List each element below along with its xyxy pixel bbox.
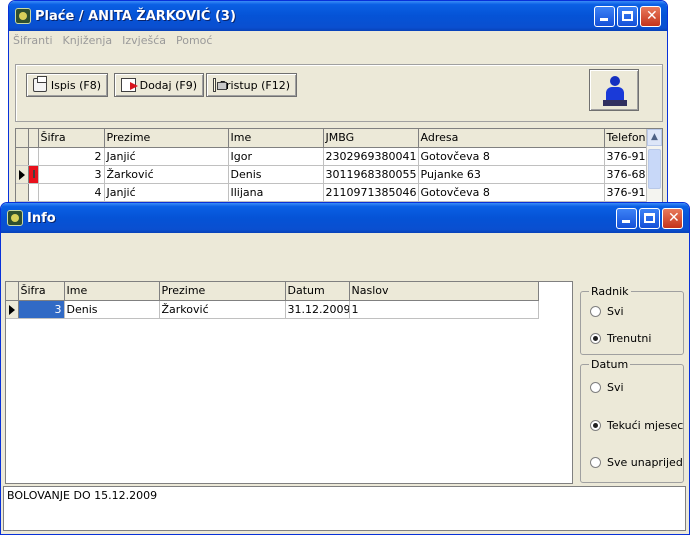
- menu-sifranti[interactable]: Šifranti: [11, 34, 55, 47]
- menu-bar: Šifranti Knjiženja Izvješća Pomoć: [9, 31, 667, 49]
- add-arrow-icon: [121, 78, 138, 92]
- radio-icon: [590, 382, 601, 393]
- table-row[interactable]: 4 Janjić Ilijana 2110971385046 Gotovčeva…: [16, 183, 662, 202]
- radnik-legend: Radnik: [591, 285, 629, 298]
- current-row-arrow-icon: [9, 304, 15, 315]
- menu-knjizenja[interactable]: Knjiženja: [61, 34, 115, 47]
- scroll-up-icon[interactable]: ▲: [647, 129, 662, 146]
- info-header-row: Šifra Ime Prezime Datum Naslov: [6, 282, 539, 301]
- employees-header-row: Šifra Prezime Ime JMBG Adresa Telefon: [16, 129, 662, 148]
- toolbar-panel: [15, 64, 663, 122]
- print-button-label: Ispis (F8): [50, 78, 101, 92]
- radio-checked-icon: [590, 420, 601, 431]
- radio-icon: [590, 306, 601, 317]
- radio-checked-icon: [590, 333, 601, 344]
- print-button[interactable]: Ispis (F8): [26, 73, 108, 97]
- info-close-button[interactable]: ✕: [662, 208, 683, 229]
- datum-svi-radio[interactable]: Svi: [590, 381, 624, 394]
- note-text: BOLOVANJE DO 15.12.2009: [7, 489, 158, 502]
- info-grid: Šifra Ime Prezime Datum Naslov 3 Denis Ž…: [5, 281, 573, 484]
- flag-icon: [28, 165, 37, 182]
- table-row[interactable]: 3 Denis Žarković 31.12.2009 1: [6, 300, 539, 319]
- radio-icon: [590, 457, 601, 468]
- radnik-svi-radio[interactable]: Svi: [590, 305, 624, 318]
- maximize-button[interactable]: [617, 6, 638, 27]
- close-icon: ✕: [646, 8, 658, 24]
- col-adresa[interactable]: Adresa: [418, 129, 605, 148]
- minimize-icon: [600, 18, 608, 21]
- note-textarea[interactable]: BOLOVANJE DO 15.12.2009: [3, 486, 686, 531]
- info-col-sifra[interactable]: Šifra: [18, 282, 65, 301]
- scroll-thumb[interactable]: [648, 149, 661, 189]
- info-table: Šifra Ime Prezime Datum Naslov 3 Denis Ž…: [6, 282, 539, 319]
- info-col-prezime[interactable]: Prezime: [159, 282, 286, 301]
- main-window: Plaće / ANITA ŽARKOVIĆ (3) ✕ Šifranti Kn…: [8, 0, 668, 215]
- access-icon: [213, 78, 226, 92]
- add-button-label: Dodaj (F9): [139, 78, 197, 92]
- info-title-bar[interactable]: Info ✕: [1, 203, 689, 233]
- datum-legend: Datum: [591, 358, 629, 371]
- main-window-title: Plaće / ANITA ŽARKOVIĆ (3): [35, 8, 236, 24]
- employees-table: Šifra Prezime Ime JMBG Adresa Telefon 2 …: [16, 129, 662, 202]
- info-col-ime[interactable]: Ime: [64, 282, 160, 301]
- main-title-bar[interactable]: Plaće / ANITA ŽARKOVIĆ (3) ✕: [9, 1, 667, 31]
- user-icon: [603, 76, 627, 106]
- close-button[interactable]: ✕: [640, 6, 661, 27]
- info-col-datum[interactable]: Datum: [285, 282, 350, 301]
- printer-icon: [33, 76, 47, 92]
- menu-izvjesca[interactable]: Izvješća: [120, 34, 168, 47]
- access-button-label: Pristup (F12): [219, 78, 290, 92]
- col-sifra[interactable]: Šifra: [38, 129, 105, 148]
- minimize-icon: [622, 220, 630, 223]
- radnik-trenutni-radio[interactable]: Trenutni: [590, 332, 651, 345]
- table-row[interactable]: 2 Janjić Igor 2302969380041 Gotovčeva 8 …: [16, 147, 662, 166]
- info-col-naslov[interactable]: Naslov: [349, 282, 539, 301]
- close-icon: ✕: [668, 210, 680, 226]
- minimize-button[interactable]: [594, 6, 615, 27]
- table-row[interactable]: 3 Žarković Denis 3011968380055 Pujanke 6…: [16, 165, 662, 184]
- col-ime[interactable]: Ime: [228, 129, 324, 148]
- info-app-icon: [7, 210, 23, 226]
- col-jmbg[interactable]: JMBG: [323, 129, 419, 148]
- app-icon: [15, 8, 31, 24]
- datum-sve-unaprijed-radio[interactable]: Sve unaprijed: [590, 456, 683, 469]
- datum-tekuci-mjesec-radio[interactable]: Tekući mjesec: [590, 419, 683, 432]
- info-window-title: Info: [27, 210, 56, 226]
- info-minimize-button[interactable]: [616, 208, 637, 229]
- user-button[interactable]: [589, 69, 639, 111]
- add-button[interactable]: Dodaj (F9): [114, 73, 204, 97]
- access-button[interactable]: Pristup (F12): [206, 73, 297, 97]
- menu-pomoc[interactable]: Pomoć: [174, 34, 214, 47]
- maximize-icon: [622, 11, 633, 21]
- info-maximize-button[interactable]: [639, 208, 660, 229]
- current-row-arrow-icon: [19, 169, 25, 180]
- col-prezime[interactable]: Prezime: [104, 129, 229, 148]
- maximize-icon: [644, 213, 655, 223]
